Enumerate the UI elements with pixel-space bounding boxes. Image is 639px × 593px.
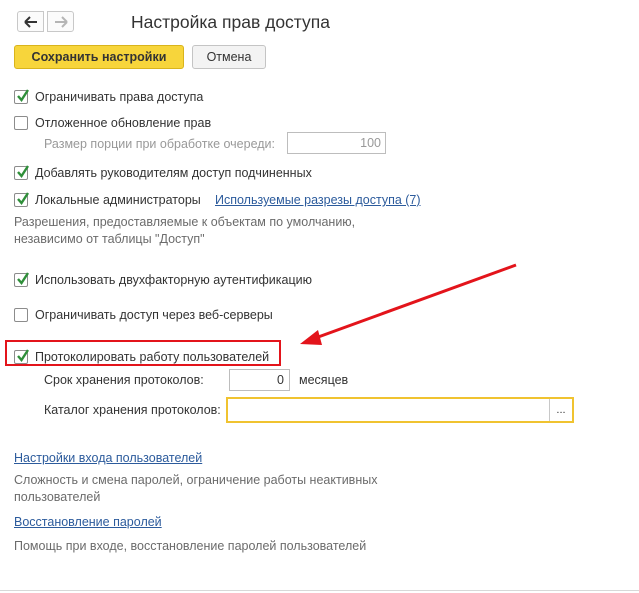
web-servers-checkbox[interactable] [14, 308, 28, 322]
two-factor-checkbox[interactable] [14, 272, 30, 287]
choose-folder-button[interactable]: ... [549, 399, 572, 421]
arrow-right-icon [54, 15, 68, 28]
bottom-divider [0, 590, 639, 591]
restrict-access-label: Ограничивать права доступа [35, 90, 204, 104]
queue-portion-value: 100 [360, 136, 381, 150]
restrict-access-checkbox[interactable] [14, 89, 30, 104]
save-settings-button[interactable]: Сохранить настройки [14, 45, 184, 69]
log-retention-value: 0 [277, 373, 284, 387]
back-button[interactable] [17, 11, 44, 32]
access-sections-link[interactable]: Используемые разрезы доступа (7) [215, 193, 421, 207]
checkmark-icon [17, 165, 30, 178]
password-recovery-hint: Помощь при входе, восстановление паролей… [14, 539, 367, 553]
two-factor-label: Использовать двухфакторную аутентификаци… [35, 273, 312, 287]
login-settings-hint: Сложность и смена паролей, ограничение р… [14, 473, 378, 504]
local-admins-hint: Разрешения, предоставляемые к объектам п… [14, 215, 356, 246]
log-catalog-label: Каталог хранения протоколов: [44, 403, 221, 417]
log-users-checkbox[interactable] [14, 349, 30, 364]
log-users-label: Протоколировать работу пользователей [35, 350, 270, 364]
log-retention-input[interactable]: 0 [229, 369, 290, 391]
web-servers-label: Ограничивать доступ через веб-серверы [35, 308, 273, 322]
page-title: Настройка прав доступа [131, 12, 330, 32]
log-catalog-input[interactable]: ... [226, 397, 574, 423]
checkmark-icon [17, 89, 30, 102]
deferred-update-checkbox[interactable] [14, 116, 28, 130]
arrow-left-icon [23, 15, 37, 28]
checkmark-icon [17, 192, 30, 205]
deferred-update-label: Отложенное обновление прав [35, 116, 212, 130]
queue-portion-label: Размер порции при обработке очереди: [44, 137, 276, 151]
queue-portion-input[interactable]: 100 [287, 132, 386, 154]
managers-access-checkbox[interactable] [14, 165, 30, 180]
local-admins-label: Локальные администраторы [35, 193, 201, 207]
managers-access-label: Добавлять руководителям доступ подчиненн… [35, 166, 312, 180]
forward-button[interactable] [47, 11, 74, 32]
cancel-button[interactable]: Отмена [192, 45, 266, 69]
checkmark-icon [17, 349, 30, 362]
local-admins-checkbox[interactable] [14, 192, 30, 207]
log-retention-label: Срок хранения протоколов: [44, 373, 204, 387]
annotation-arrow-icon [300, 263, 517, 345]
password-recovery-link[interactable]: Восстановление паролей [14, 515, 162, 529]
checkmark-icon [17, 272, 30, 285]
login-settings-link[interactable]: Настройки входа пользователей [14, 451, 202, 465]
log-retention-unit: месяцев [299, 373, 349, 387]
